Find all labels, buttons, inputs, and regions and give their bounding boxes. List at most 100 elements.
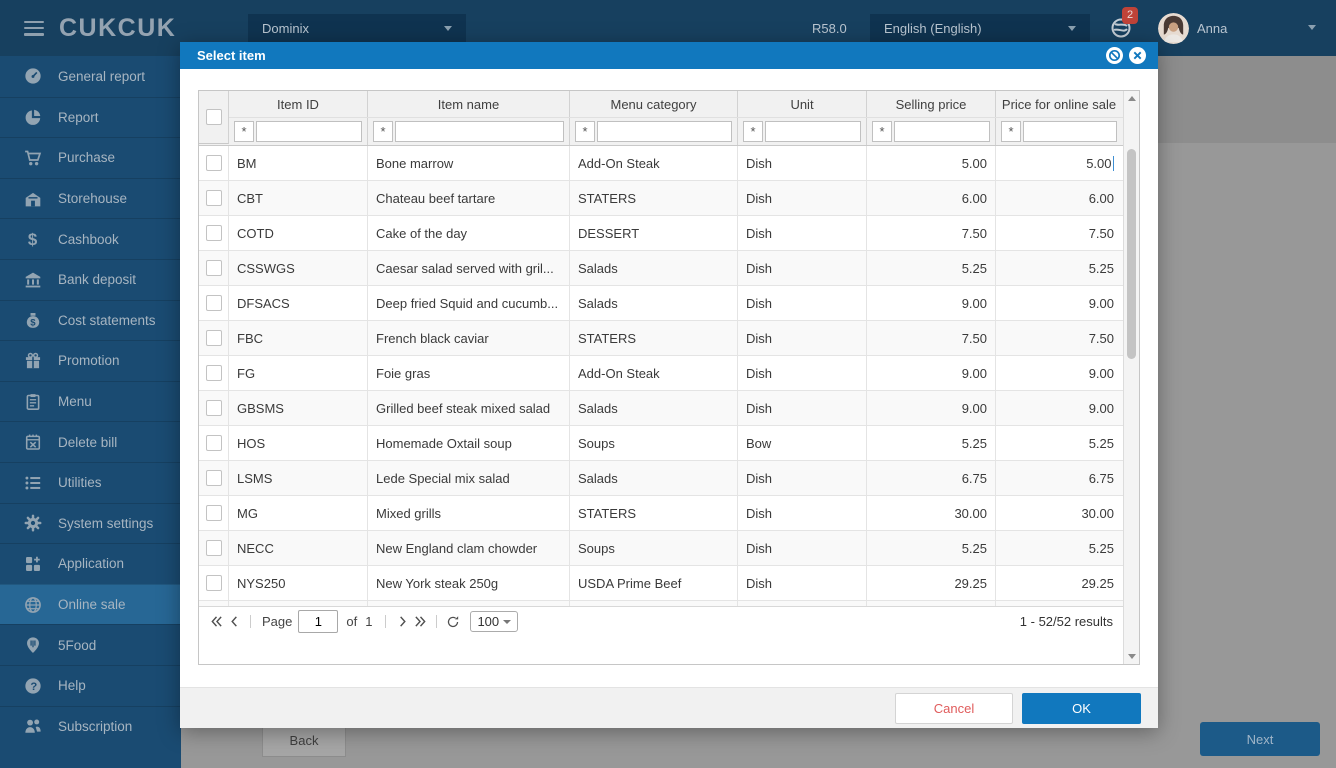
sidebar-item-utilities[interactable]: Utilities [0,462,181,503]
cell-unit: Dish [738,391,867,425]
sidebar-item-menu[interactable]: Menu [0,381,181,422]
sidebar-item-5food[interactable]: 5Food [0,624,181,665]
sidebar-item-cashbook[interactable]: $Cashbook [0,218,181,259]
column-header-unit[interactable]: Unit [738,91,867,117]
sidebar-item-subscription[interactable]: Subscription [0,706,181,747]
version-label: R58.0 [812,21,847,36]
row-checkbox[interactable] [206,575,222,591]
next-page-button[interactable] [393,613,411,631]
table-row[interactable]: CBTChateau beef tartareSTATERSDish6.006.… [199,181,1123,216]
ok-button[interactable]: OK [1022,693,1141,724]
cell-menu-category: DESSERT [570,216,738,250]
bank-deposit-icon [24,271,42,289]
table-row[interactable]: FGFoie grasAdd-On SteakDish9.009.00 [199,356,1123,391]
user-menu-chevron-icon[interactable] [1308,25,1316,30]
sidebar-item-purchase[interactable]: Purchase [0,137,181,178]
sidebar-item-delete-bill[interactable]: Delete bill [0,421,181,462]
column-header-item-name[interactable]: Item name [368,91,570,117]
row-checkbox[interactable] [206,330,222,346]
filter-operator-button[interactable]: * [234,121,254,142]
first-page-button[interactable] [207,613,225,631]
filter-operator-button[interactable]: * [575,121,595,142]
sidebar-item-report[interactable]: Report [0,97,181,138]
filter-operator-button[interactable]: * [1001,121,1021,142]
page-number-input[interactable] [298,610,338,633]
cell-selling-price: 6.75 [867,461,996,495]
sidebar-item-cost-statements[interactable]: $Cost statements [0,300,181,341]
block-icon[interactable] [1106,47,1123,64]
row-checkbox[interactable] [206,365,222,381]
row-checkbox[interactable] [206,155,222,171]
table-row[interactable]: DFSACSDeep fried Squid and cucumb...Sala… [199,286,1123,321]
column-header-menu-category[interactable]: Menu category [570,91,738,117]
cell-menu-category: STATERS [570,181,738,215]
table-row[interactable]: CSSWGSCaesar salad served with gril...Sa… [199,251,1123,286]
column-header-item-id[interactable]: Item ID [229,91,368,117]
table-row[interactable]: BMBone marrowAdd-On SteakDish5.005.00 [199,146,1123,181]
filter-input-item-name[interactable] [395,121,564,142]
sidebar-item-label: Cost statements [58,313,156,328]
filter-operator-button[interactable]: * [743,121,763,142]
close-icon[interactable] [1129,47,1146,64]
table-row[interactable]: MGMixed grillsSTATERSDish30.0030.00 [199,496,1123,531]
filter-input-menu-category[interactable] [597,121,732,142]
column-header-price-for-online-sale[interactable]: Price for online sale [996,91,1122,117]
last-page-button[interactable] [411,613,429,631]
sidebar-item-bank-deposit[interactable]: Bank deposit [0,259,181,300]
cell-item-id: HOS [229,426,368,460]
table-scrollbar[interactable] [1123,91,1139,664]
filter-input-unit[interactable] [765,121,861,142]
row-checkbox[interactable] [206,540,222,556]
sidebar-item-storehouse[interactable]: Storehouse [0,178,181,219]
cell-selling-price: 5.00 [867,146,996,180]
filter-operator-button[interactable]: * [872,121,892,142]
row-checkbox[interactable] [206,505,222,521]
sidebar-item-help[interactable]: ?Help [0,665,181,706]
sidebar-item-online-sale[interactable]: Online sale [0,584,181,625]
row-checkbox[interactable] [206,225,222,241]
back-button[interactable]: Back [262,724,346,757]
table-row[interactable]: FBCFrench black caviarSTATERSDish7.507.5… [199,321,1123,356]
next-button[interactable]: Next [1200,722,1320,756]
table-row[interactable]: HOSHomemade Oxtail soupSoupsBow5.255.25 [199,426,1123,461]
table-row[interactable]: LSMSLede Special mix saladSaladsDish6.75… [199,461,1123,496]
column-header-selling-price[interactable]: Selling price [867,91,996,117]
table-row[interactable]: GBSMSGrilled beef steak mixed saladSalad… [199,391,1123,426]
row-checkbox[interactable] [206,400,222,416]
sidebar-item-general-report[interactable]: General report [0,56,181,97]
scrollbar-thumb[interactable] [1127,149,1136,359]
avatar[interactable] [1158,13,1189,44]
table-row[interactable]: NYS250New York steak 250gUSDA Prime Beef… [199,566,1123,601]
branch-selector[interactable]: Dominix [248,14,466,42]
user-name[interactable]: Anna [1197,21,1227,36]
row-checkbox[interactable] [206,470,222,486]
language-selector[interactable]: English (English) [870,14,1090,42]
refresh-icon[interactable] [444,613,462,631]
row-checkbox[interactable] [206,435,222,451]
previous-page-button[interactable] [225,613,243,631]
filter-operator-button[interactable]: * [373,121,393,142]
table-row[interactable]: COTDCake of the dayDESSERTDish7.507.50 [199,216,1123,251]
row-checkbox[interactable] [206,190,222,206]
filter-input-price-for-online-sale[interactable] [1023,121,1117,142]
table-row[interactable]: NECCNew England clam chowderSoupsDish5.2… [199,531,1123,566]
scrollbar-up-arrow[interactable] [1128,96,1136,101]
cell-price-online-sale[interactable]: 5.00 [996,146,1122,180]
cell-item-id: MG [229,496,368,530]
sidebar-item-label: Delete bill [58,435,117,450]
row-checkbox[interactable] [206,295,222,311]
cell-item-id: CBT [229,181,368,215]
row-checkbox[interactable] [206,260,222,276]
sidebar-item-application[interactable]: Application [0,543,181,584]
hamburger-menu-icon[interactable] [24,21,44,36]
sidebar-item-system-settings[interactable]: System settings [0,503,181,544]
select-all-checkbox[interactable] [206,109,222,125]
scrollbar-down-arrow[interactable] [1128,654,1136,659]
page-size-select[interactable]: 100 [470,611,518,632]
cancel-button[interactable]: Cancel [895,693,1013,724]
select-all-cell [199,91,229,144]
sidebar-item-promotion[interactable]: Promotion [0,340,181,381]
notification-badge[interactable]: 2 [1122,7,1138,24]
filter-input-selling-price[interactable] [894,121,990,142]
filter-input-item-id[interactable] [256,121,362,142]
